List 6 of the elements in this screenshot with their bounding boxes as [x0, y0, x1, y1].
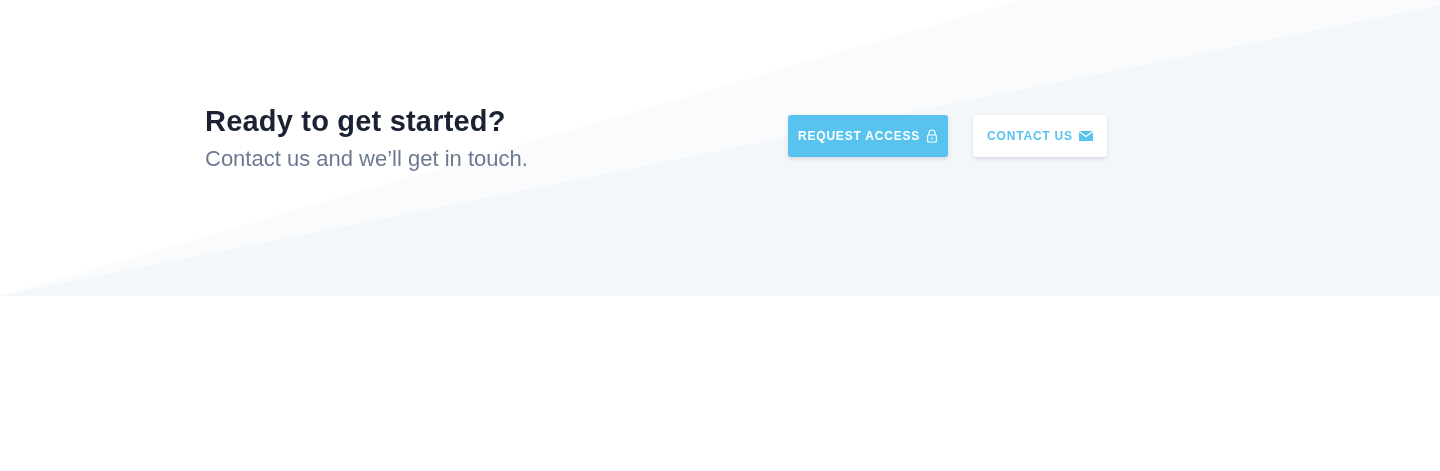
cta-heading: Ready to get started? — [205, 105, 507, 138]
mail-icon — [1078, 130, 1093, 141]
contact-button[interactable]: CONTACT US — [973, 114, 1107, 157]
lock-icon — [926, 128, 939, 143]
cta-subheading: Contact us and we’ll get in touch. — [205, 146, 529, 172]
request-access-button[interactable]: REQUEST ACCESS — [788, 114, 949, 157]
